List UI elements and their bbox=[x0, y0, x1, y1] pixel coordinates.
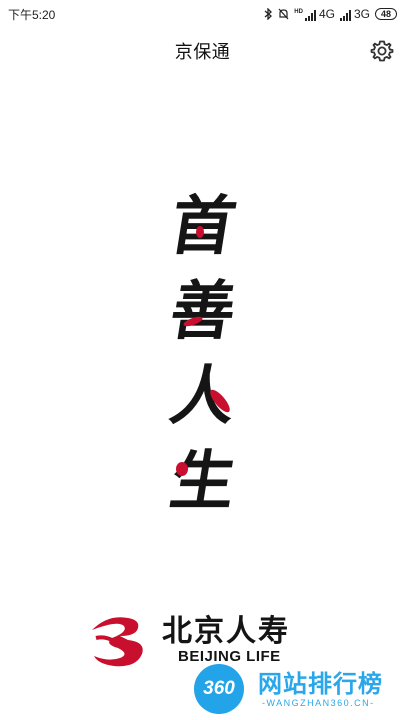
network-2: 3G bbox=[339, 7, 370, 21]
settings-button[interactable] bbox=[369, 38, 395, 64]
signal-icon bbox=[339, 10, 352, 21]
company-logo: 北京人寿 BEIJING LIFE bbox=[88, 604, 308, 670]
network-type-1: 4G bbox=[318, 7, 335, 21]
watermark-name: 网站排行榜 bbox=[258, 671, 383, 698]
status-bar: 下午5:20 HD 4G 3G 48 bbox=[0, 0, 405, 28]
status-time: 下午5:20 bbox=[8, 7, 56, 22]
beijing-life-logo-mark bbox=[92, 617, 143, 667]
hd-label: HD bbox=[294, 9, 303, 15]
bluetooth-icon bbox=[264, 8, 273, 20]
signal-icon bbox=[304, 10, 317, 21]
watermark: 360 网站排行榜 -WANGZHAN360.CN- bbox=[194, 662, 402, 718]
brush-accent-1 bbox=[196, 226, 204, 238]
network-type-2: 3G bbox=[353, 7, 370, 21]
gear-icon bbox=[370, 40, 394, 62]
page-title: 京保通 bbox=[174, 42, 231, 62]
watermark-url: -WANGZHAN360.CN- bbox=[262, 698, 375, 708]
brush-accent-4 bbox=[176, 462, 188, 476]
battery-indicator: 48 bbox=[375, 8, 397, 20]
network-1: HD 4G bbox=[294, 7, 335, 21]
mute-bell-icon bbox=[278, 8, 289, 20]
calligraphy-char-2: 善 bbox=[164, 274, 241, 349]
app-header: 京保通 bbox=[0, 28, 405, 74]
calligraphy-char-3: 人 bbox=[164, 359, 241, 434]
watermark-badge: 360 bbox=[194, 664, 244, 714]
company-name-cn: 北京人寿 bbox=[162, 614, 290, 649]
calligraphy-char-4: 生 bbox=[164, 444, 241, 519]
